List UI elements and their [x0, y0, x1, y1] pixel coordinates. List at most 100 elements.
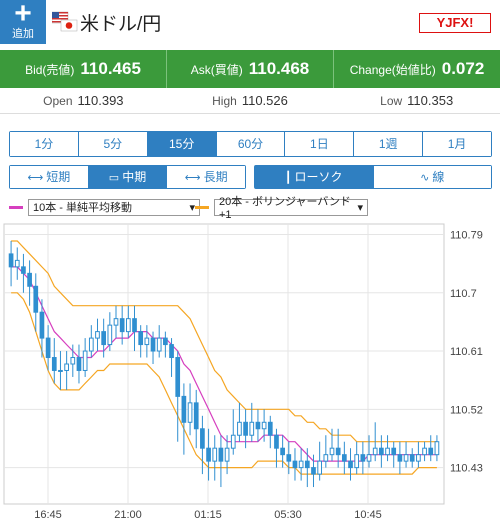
candle-body — [391, 447, 397, 456]
timeframe-1min[interactable]: 1分 — [10, 132, 79, 156]
candle-body — [95, 331, 100, 339]
candle-body — [249, 421, 255, 436]
timeframe-1month[interactable]: 1月 — [423, 132, 492, 156]
range-short-label: 短期 — [46, 170, 71, 184]
quote-bar: Bid(売値) 110.465 Ask(買値) 110.468 Change(始… — [0, 50, 500, 88]
candle-body — [193, 402, 199, 430]
timeframe-15min[interactable]: 15分 — [147, 132, 217, 156]
candle-body — [14, 259, 20, 268]
timeframe-5min[interactable]: 5分 — [78, 132, 148, 156]
open-stat: Open 110.393 — [0, 88, 167, 113]
candle-body — [200, 428, 205, 449]
ask-label: Ask(買値) — [190, 62, 243, 77]
range-long-label: 長期 — [203, 170, 228, 184]
change-label: Change(始値比) — [349, 62, 436, 77]
candle-body — [286, 454, 292, 462]
ma-select[interactable]: 10本 - 単純平均移動 ▾ — [28, 198, 200, 216]
timeframe-1day[interactable]: 1日 — [285, 132, 355, 156]
currency-pair-title: 米ドル/円 — [80, 14, 162, 35]
y-tick-label: 110.43 — [450, 463, 483, 475]
x-axis-ticks: 16:45 21:00 01:15 05:30 10:45 — [34, 509, 382, 521]
candle-body — [187, 402, 193, 423]
x-tick-label: 21:00 — [114, 509, 142, 521]
candle-body — [379, 447, 384, 456]
bb-select[interactable]: 20本 - ボリンジャーバンド+1 ▾ — [214, 196, 368, 221]
range-icon: ⟷ — [27, 172, 44, 184]
candle-body — [341, 454, 347, 462]
candle-body — [138, 331, 144, 346]
candle-body — [366, 454, 372, 462]
candle-body — [230, 434, 236, 449]
candle-body — [218, 447, 224, 462]
candle-body — [416, 454, 421, 462]
high-label: High — [212, 93, 237, 108]
candle-body — [348, 460, 353, 469]
candle-body — [237, 421, 242, 436]
candle-body — [76, 357, 82, 371]
x-tick-label: 01:15 — [194, 509, 222, 521]
candlestick-icon: ┃ — [284, 172, 292, 184]
candle-body — [261, 421, 267, 430]
candle-body — [212, 447, 218, 462]
range-mid-label: 中期 — [122, 170, 147, 184]
candle-body — [82, 350, 88, 371]
candle-body — [434, 441, 440, 456]
candle-body — [163, 337, 168, 346]
candle-body — [125, 318, 131, 333]
dropdown-arrow-icon: ▾ — [357, 201, 363, 214]
candle-body — [156, 337, 162, 352]
x-tick-label: 10:45 — [354, 509, 382, 521]
bb-indicator: 20本 - ボリンジャーバンド+1 ▾ — [195, 196, 368, 221]
usd-jpy-flag-icon — [52, 11, 78, 32]
y-axis-ticks: 110.79 110.7 110.61 110.52 110.43 — [450, 229, 483, 474]
candle-body — [403, 454, 409, 462]
timeframe-1week[interactable]: 1週 — [354, 132, 424, 156]
ohl-row: Open 110.393 High 110.526 Low 110.353 — [0, 88, 500, 114]
candle-body — [311, 467, 316, 475]
bb-select-label: 20本 - ボリンジャーバンド+1 — [219, 196, 351, 221]
candle-body — [428, 447, 434, 456]
low-stat: Low 110.353 — [333, 88, 500, 113]
plus-icon: + — [14, 0, 32, 30]
candle-body — [397, 454, 403, 462]
candle-body — [64, 363, 69, 371]
y-tick-label: 110.52 — [450, 404, 483, 416]
header-bar: + 追加 米ドル/円 YJFX! — [0, 0, 500, 44]
candle-body — [317, 460, 323, 475]
candle-body — [267, 421, 273, 436]
candle-body — [335, 447, 341, 456]
candle-body — [206, 447, 211, 462]
range-icon: ▭ — [108, 172, 120, 184]
candle-body — [45, 337, 51, 359]
add-button[interactable]: + 追加 — [0, 0, 46, 44]
candlestick-label: ローソク — [294, 170, 343, 184]
candle-body — [33, 285, 39, 313]
open-value: 110.393 — [77, 93, 124, 108]
y-tick-label: 110.61 — [450, 346, 483, 358]
candle-body — [422, 447, 427, 456]
candle-body — [243, 421, 248, 436]
candle-body — [144, 337, 150, 346]
timeframe-60min[interactable]: 60分 — [216, 132, 286, 156]
range-long-button[interactable]: ⟷ 長期 — [167, 166, 246, 188]
line-chart-icon: ∿ — [420, 172, 430, 184]
range-mid-button[interactable]: ▭ 中期 — [88, 166, 168, 188]
ask-value: 110.468 — [248, 59, 310, 78]
ma-select-label: 10本 - 単純平均移動 — [33, 202, 133, 214]
price-chart[interactable]: 110.79 110.7 110.61 110.52 110.43 16:45 21:00… — [0, 222, 500, 528]
high-stat: High 110.526 — [167, 88, 334, 113]
candle-body — [224, 447, 230, 462]
candlestick-button[interactable]: ┃ ローソク — [255, 166, 374, 188]
candle-body — [409, 454, 415, 462]
candle-body — [113, 318, 119, 326]
x-tick-label: 05:30 — [274, 509, 302, 521]
line-chart-button[interactable]: ∿ 線 — [373, 166, 491, 188]
candle-body — [372, 447, 378, 456]
open-label: Open — [43, 93, 73, 108]
bid-value: 110.465 — [80, 59, 141, 78]
candle-body — [39, 311, 45, 339]
range-short-button[interactable]: ⟷ 短期 — [10, 166, 89, 188]
candle-body — [304, 460, 310, 469]
low-value: 110.353 — [407, 93, 454, 108]
y-tick-label: 110.7 — [450, 288, 477, 300]
